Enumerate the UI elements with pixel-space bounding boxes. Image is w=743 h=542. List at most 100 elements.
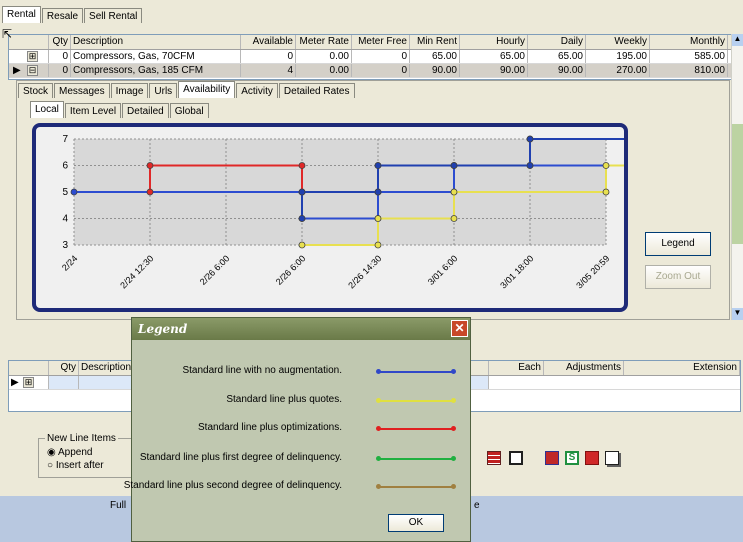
data-point bbox=[526, 135, 534, 143]
tab-activity[interactable]: Activity bbox=[236, 83, 278, 98]
spell-check-icon[interactable]: S bbox=[565, 451, 579, 465]
tab-stock[interactable]: Stock bbox=[18, 83, 54, 98]
collapse-icon[interactable]: ⊟ bbox=[27, 65, 38, 76]
legend-swatch-blue bbox=[376, 369, 456, 374]
cell-weekly: 270.00 bbox=[586, 64, 650, 77]
cell-description: Compressors, Gas, 185 CFM bbox=[71, 64, 241, 77]
x-tick-label: 2/26 6:00 bbox=[274, 253, 308, 287]
legend-swatch-brown bbox=[376, 484, 456, 489]
col-meter-free[interactable]: Meter Free bbox=[352, 35, 410, 49]
cell-qty[interactable] bbox=[49, 376, 79, 389]
new-line-items-group: New Line Items ◉ Append ○ Insert after bbox=[38, 433, 138, 478]
legend-swatch-yellow bbox=[376, 398, 456, 403]
cell-description: Compressors, Gas, 70CFM bbox=[71, 50, 241, 63]
tab-messages[interactable]: Messages bbox=[54, 83, 110, 98]
legend-entry: Standard line plus second degree of deli… bbox=[124, 480, 472, 494]
cursor-icon: ⇱ bbox=[2, 27, 13, 41]
scroll-up-icon[interactable]: ▲ bbox=[732, 34, 743, 46]
col-min-rent[interactable]: Min Rent bbox=[410, 35, 460, 49]
x-tick-label: 2/24 12:30 bbox=[118, 253, 155, 290]
data-point bbox=[450, 162, 458, 169]
spreadsheet-icon[interactable] bbox=[487, 451, 501, 465]
zoom-out-button[interactable]: Zoom Out bbox=[645, 265, 711, 289]
col-each[interactable]: Each bbox=[489, 361, 544, 375]
availability-chart: 3 4 5 6 7 2/24 2/24 12:30 2/26 6:00 2/26 6:00 2/2… bbox=[32, 123, 628, 312]
radio-selected-icon: ◉ bbox=[47, 447, 56, 458]
cell-hourly: 90.00 bbox=[460, 64, 528, 77]
cell-hourly: 65.00 bbox=[460, 50, 528, 63]
table-row[interactable]: ▶ ⊟ 0 Compressors, Gas, 185 CFM 4 0.00 0 … bbox=[9, 64, 740, 78]
col-meter-rate[interactable]: Meter Rate bbox=[296, 35, 352, 49]
legend-button[interactable]: Legend bbox=[645, 232, 711, 256]
row-selector: ⊞ bbox=[9, 50, 49, 63]
save-disk-icon[interactable] bbox=[509, 451, 523, 465]
items-grid: Qty Description Available Meter Rate Met… bbox=[8, 34, 741, 80]
tab-global[interactable]: Global bbox=[169, 103, 209, 118]
data-point bbox=[526, 162, 534, 169]
col-extension[interactable]: Extension bbox=[624, 361, 740, 375]
col-qty[interactable]: Qty bbox=[49, 361, 79, 375]
tab-sell-rental[interactable]: Sell Rental bbox=[84, 8, 143, 23]
expand-icon[interactable]: ⊞ bbox=[27, 51, 38, 62]
col-available[interactable]: Available bbox=[241, 35, 296, 49]
availability-chart-plot: 3 4 5 6 7 2/24 2/24 12:30 2/26 6:00 2/26 6:00 2/2… bbox=[60, 134, 624, 290]
legend-swatch-green bbox=[376, 456, 456, 461]
close-icon[interactable]: ✕ bbox=[451, 320, 468, 337]
legend-swatch-red bbox=[376, 426, 456, 431]
subtab-strip: Local Item Level Detailed Global bbox=[30, 101, 210, 118]
data-point bbox=[146, 162, 154, 169]
col-weekly[interactable]: Weekly bbox=[586, 35, 650, 49]
col-qty[interactable]: Qty bbox=[49, 35, 71, 49]
data-point bbox=[450, 188, 458, 196]
data-point bbox=[374, 241, 382, 249]
tab-urls[interactable]: Urls bbox=[149, 83, 178, 98]
radio-unselected-icon: ○ bbox=[47, 460, 54, 471]
data-point bbox=[298, 241, 306, 249]
x-tick-label: 3/05 20:59 bbox=[574, 253, 611, 290]
col-daily[interactable]: Daily bbox=[528, 35, 586, 49]
append-radio[interactable]: ◉ Append bbox=[47, 447, 92, 458]
legend-entry: Standard line with no augmentation. bbox=[132, 365, 472, 379]
cell-min-rent: 90.00 bbox=[410, 64, 460, 77]
y-tick-label: 5 bbox=[62, 187, 68, 198]
vertical-scrollbar[interactable]: ▲ ▼ bbox=[731, 34, 743, 320]
data-point bbox=[602, 188, 610, 196]
scroll-thumb[interactable] bbox=[732, 124, 743, 244]
data-point bbox=[298, 188, 306, 196]
legend-dialog: Legend ✕ Standard line with no augmentat… bbox=[124, 317, 472, 542]
y-tick-label: 3 bbox=[62, 240, 68, 251]
expand-icon[interactable]: ⊞ bbox=[23, 377, 34, 388]
cell-daily: 90.00 bbox=[528, 64, 586, 77]
export-icon[interactable] bbox=[545, 451, 559, 465]
col-hourly[interactable]: Hourly bbox=[460, 35, 528, 49]
insert-after-radio[interactable]: ○ Insert after bbox=[47, 460, 104, 471]
col-monthly[interactable]: Monthly bbox=[650, 35, 728, 49]
col-adjustments[interactable]: Adjustments bbox=[544, 361, 624, 375]
cell-available: 0 bbox=[241, 50, 296, 63]
data-point bbox=[450, 215, 458, 222]
detail-tabstrip: Stock Messages Image Urls Availability A… bbox=[18, 81, 356, 98]
cell-qty: 0 bbox=[49, 50, 71, 63]
row-selector: ▶ ⊞ bbox=[9, 376, 49, 389]
current-row-arrow-icon: ▶ bbox=[13, 65, 21, 76]
tab-item-level[interactable]: Item Level bbox=[64, 103, 122, 118]
status-text-right: e bbox=[474, 500, 480, 511]
tab-image[interactable]: Image bbox=[110, 83, 149, 98]
col-description[interactable]: Description bbox=[71, 35, 241, 49]
legend-entry: Standard line plus optimizations. bbox=[132, 422, 472, 436]
legend-entry: Standard line plus quotes. bbox=[132, 394, 472, 408]
tab-detailed-rates[interactable]: Detailed Rates bbox=[278, 83, 355, 98]
tab-local[interactable]: Local bbox=[30, 101, 64, 118]
row-selector-header bbox=[9, 361, 49, 375]
report-icon[interactable] bbox=[585, 451, 599, 465]
scroll-down-icon[interactable]: ▼ bbox=[732, 308, 743, 320]
tab-resale[interactable]: Resale bbox=[41, 8, 84, 23]
tab-detailed[interactable]: Detailed bbox=[122, 103, 169, 118]
tab-rental[interactable]: Rental bbox=[2, 6, 41, 23]
window-icon[interactable] bbox=[605, 451, 619, 465]
tab-availability[interactable]: Availability bbox=[178, 81, 236, 98]
ok-button[interactable]: OK bbox=[388, 514, 444, 532]
table-row[interactable]: ⊞ 0 Compressors, Gas, 70CFM 0 0.00 0 65.… bbox=[9, 50, 740, 64]
x-tick-label: 3/01 18:00 bbox=[498, 253, 535, 290]
cell-qty: 0 bbox=[49, 64, 71, 77]
